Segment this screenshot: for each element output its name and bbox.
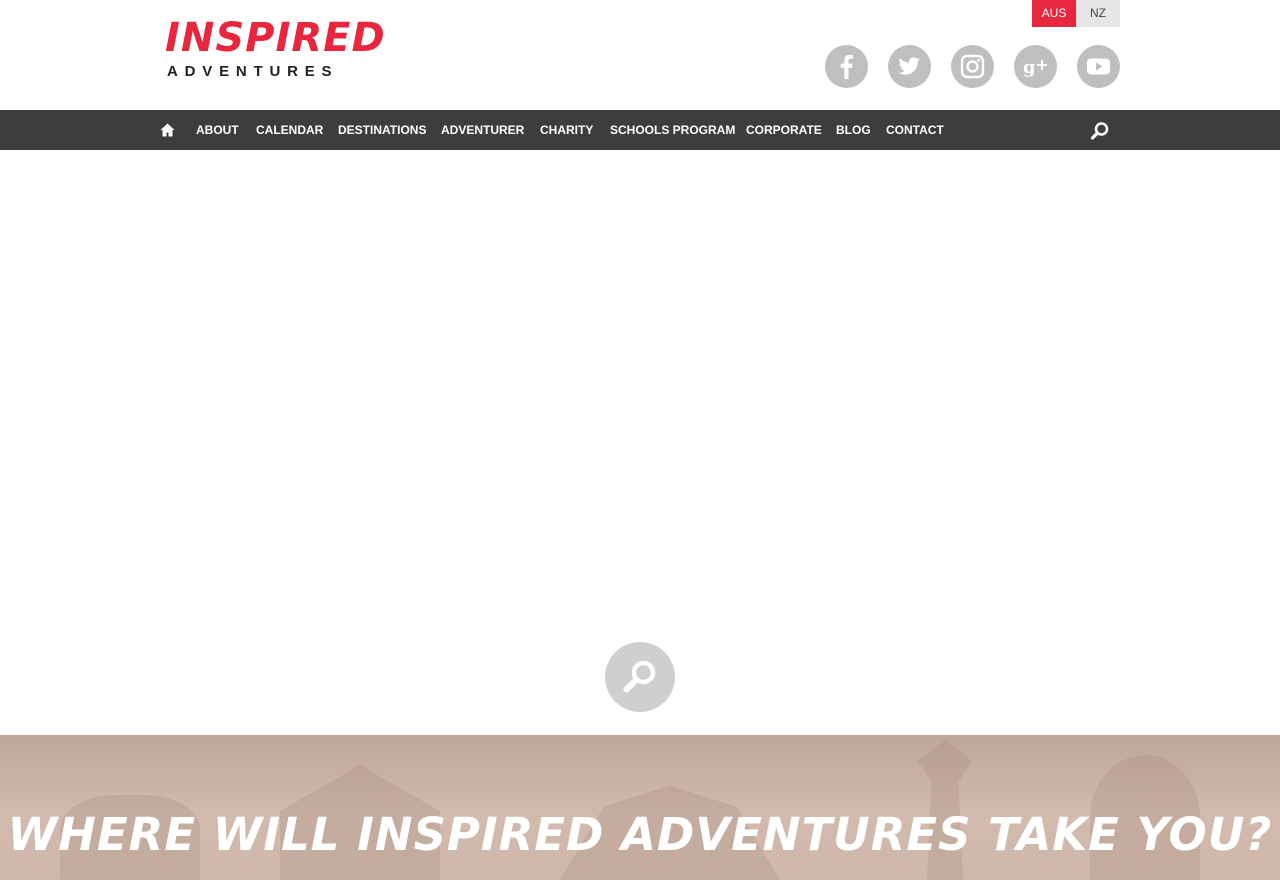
nav-item-destinations[interactable]: DESTINATIONS: [338, 110, 426, 150]
region-aus-button[interactable]: AUS: [1032, 0, 1076, 27]
nav-item-contact[interactable]: CONTACT: [886, 110, 944, 150]
twitter-icon[interactable]: [888, 45, 931, 88]
hero-area: [0, 150, 1280, 735]
region-nz-button[interactable]: NZ: [1076, 0, 1120, 27]
instagram-icon[interactable]: [951, 45, 994, 88]
search-icon[interactable]: [1090, 121, 1110, 141]
nav-item-schools-program[interactable]: SCHOOLS PROGRAM: [610, 110, 735, 150]
logo-line1: INSPIRED: [165, 15, 386, 61]
magnifier-icon: [623, 660, 656, 693]
svg-text:g: g: [1023, 57, 1036, 78]
facebook-icon[interactable]: [825, 45, 868, 88]
nav-item-blog[interactable]: BLOG: [836, 110, 871, 150]
site-header: INSPIRED ADVENTURES AUS NZ g: [0, 0, 1280, 110]
nav-item-corporate[interactable]: CORPORATE: [746, 110, 822, 150]
destination-banner: Where will Inspired Adventures take you?: [0, 735, 1280, 880]
nav-item-charity[interactable]: CHARITY: [540, 110, 593, 150]
youtube-icon[interactable]: [1077, 45, 1120, 88]
nav-item-adventurer[interactable]: ADVENTURER: [441, 110, 524, 150]
home-icon[interactable]: [160, 123, 175, 137]
banner-title: Where will Inspired Adventures take you?: [7, 808, 1273, 861]
google-plus-icon[interactable]: g: [1014, 45, 1057, 88]
logo[interactable]: INSPIRED ADVENTURES: [165, 18, 385, 82]
nav-item-calendar[interactable]: CALENDAR: [256, 110, 323, 150]
zoom-button[interactable]: [605, 642, 675, 712]
logo-line2: ADVENTURES: [167, 63, 339, 80]
nav-item-about[interactable]: ABOUT: [196, 110, 239, 150]
main-nav: ABOUT CALENDAR DESTINATIONS ADVENTURER C…: [0, 110, 1280, 150]
